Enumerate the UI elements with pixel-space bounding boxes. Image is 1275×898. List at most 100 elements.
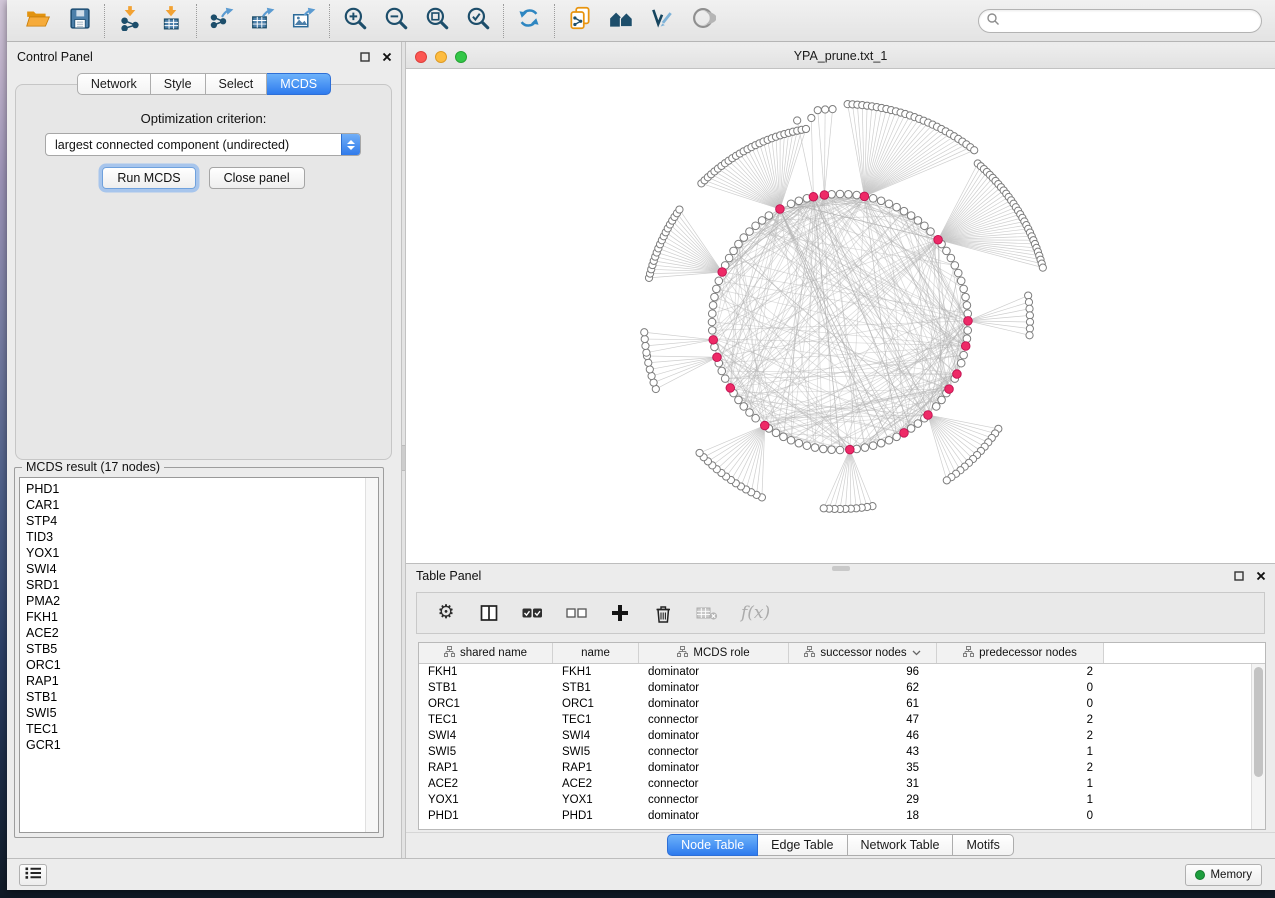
cell-predecessor-nodes[interactable]: 0 [937, 682, 1104, 694]
mcds-result-item[interactable]: GCR1 [20, 737, 378, 753]
cell-shared-name[interactable]: YOX1 [419, 794, 553, 806]
mcds-result-item[interactable]: TEC1 [20, 721, 378, 737]
cell-successor-nodes[interactable]: 43 [789, 746, 937, 758]
mcds-result-item[interactable]: SRD1 [20, 577, 378, 593]
cell-MCDS-role[interactable]: connector [639, 778, 789, 790]
table-row[interactable]: SWI4SWI4dominator462 [419, 728, 1265, 744]
column-header-name[interactable]: name [553, 643, 639, 663]
float-panel-icon[interactable] [1234, 571, 1244, 581]
table-row[interactable]: FKH1FKH1dominator962 [419, 664, 1265, 680]
cell-shared-name[interactable]: PHD1 [419, 810, 553, 822]
column-header-shared-name[interactable]: shared name [419, 643, 553, 663]
column-header-predecessor-nodes[interactable]: predecessor nodes [937, 643, 1104, 663]
cell-successor-nodes[interactable]: 29 [789, 794, 937, 806]
cell-name[interactable]: ACE2 [553, 778, 639, 790]
cell-shared-name[interactable]: ORC1 [419, 698, 553, 710]
run-mcds-button[interactable]: Run MCDS [102, 167, 195, 189]
mcds-result-item[interactable]: SWI4 [20, 561, 378, 577]
cell-MCDS-role[interactable]: connector [639, 746, 789, 758]
column-header-MCDS-role[interactable]: MCDS role [639, 643, 789, 663]
cell-successor-nodes[interactable]: 35 [789, 762, 937, 774]
select-all-icon[interactable] [522, 601, 543, 625]
cell-name[interactable]: YOX1 [553, 794, 639, 806]
mcds-result-item[interactable]: STB5 [20, 641, 378, 657]
tab-motifs[interactable]: Motifs [953, 834, 1013, 856]
network-canvas[interactable] [406, 69, 1275, 563]
settings-gear-icon[interactable]: ⚙ [436, 601, 456, 625]
cell-MCDS-role[interactable]: dominator [639, 810, 789, 822]
mcds-result-item[interactable]: FKH1 [20, 609, 378, 625]
table-row[interactable]: ACE2ACE2connector311 [419, 776, 1265, 792]
cell-MCDS-role[interactable]: dominator [639, 666, 789, 678]
mcds-result-item[interactable]: CAR1 [20, 497, 378, 513]
hide-panel-button[interactable] [648, 7, 676, 35]
cell-predecessor-nodes[interactable]: 2 [937, 730, 1104, 742]
network-manager-button[interactable] [607, 7, 635, 35]
cell-shared-name[interactable]: STB1 [419, 682, 553, 694]
zoom-fit-button[interactable] [423, 7, 451, 35]
cell-predecessor-nodes[interactable]: 2 [937, 762, 1104, 774]
mcds-result-item[interactable]: STP4 [20, 513, 378, 529]
show-panels-button[interactable] [19, 864, 47, 886]
close-panel-icon[interactable] [382, 52, 392, 62]
cell-name[interactable]: SWI4 [553, 730, 639, 742]
table-scrollbar[interactable] [1251, 664, 1265, 829]
minimize-window-icon[interactable] [435, 51, 447, 63]
add-column-icon[interactable] [610, 601, 630, 625]
table-row[interactable]: TEC1TEC1connector472 [419, 712, 1265, 728]
table-row[interactable]: RAP1RAP1dominator352 [419, 760, 1265, 776]
zoom-selected-button[interactable] [464, 7, 492, 35]
mcds-result-item[interactable]: PMA2 [20, 593, 378, 609]
cell-successor-nodes[interactable]: 61 [789, 698, 937, 710]
cell-shared-name[interactable]: ACE2 [419, 778, 553, 790]
close-panel-icon[interactable] [1256, 571, 1266, 581]
cell-shared-name[interactable]: TEC1 [419, 714, 553, 726]
mcds-result-item[interactable]: ORC1 [20, 657, 378, 673]
tab-network[interactable]: Network [77, 73, 151, 95]
import-table-button[interactable] [157, 7, 185, 35]
cell-name[interactable]: FKH1 [553, 666, 639, 678]
cell-MCDS-role[interactable]: dominator [639, 698, 789, 710]
tab-network-table[interactable]: Network Table [848, 834, 954, 856]
cell-name[interactable]: ORC1 [553, 698, 639, 710]
cell-name[interactable]: RAP1 [553, 762, 639, 774]
cell-MCDS-role[interactable]: dominator [639, 730, 789, 742]
cell-successor-nodes[interactable]: 18 [789, 810, 937, 822]
table-row[interactable]: YOX1YOX1connector291 [419, 792, 1265, 808]
splitter-grip-icon[interactable] [402, 445, 405, 471]
mcds-result-item[interactable]: YOX1 [20, 545, 378, 561]
import-network-button[interactable] [116, 7, 144, 35]
cell-predecessor-nodes[interactable]: 0 [937, 810, 1104, 822]
cell-predecessor-nodes[interactable]: 2 [937, 666, 1104, 678]
network-graph[interactable] [406, 69, 1275, 563]
cell-name[interactable]: TEC1 [553, 714, 639, 726]
cell-successor-nodes[interactable]: 46 [789, 730, 937, 742]
cell-predecessor-nodes[interactable]: 0 [937, 698, 1104, 710]
clone-network-button[interactable] [566, 7, 594, 35]
cell-shared-name[interactable]: SWI4 [419, 730, 553, 742]
open-session-button[interactable] [24, 7, 52, 35]
maximize-window-icon[interactable] [455, 51, 467, 63]
mcds-result-item[interactable]: TID3 [20, 529, 378, 545]
table-row[interactable]: STB1STB1dominator620 [419, 680, 1265, 696]
cell-predecessor-nodes[interactable]: 1 [937, 778, 1104, 790]
search-field[interactable] [978, 9, 1262, 33]
close-panel-button[interactable]: Close panel [209, 167, 305, 189]
mcds-result-item[interactable]: STB1 [20, 689, 378, 705]
zoom-in-button[interactable] [341, 7, 369, 35]
tab-edge-table[interactable]: Edge Table [758, 834, 847, 856]
cell-successor-nodes[interactable]: 31 [789, 778, 937, 790]
cell-name[interactable]: STB1 [553, 682, 639, 694]
tab-style[interactable]: Style [151, 73, 206, 95]
tab-mcds[interactable]: MCDS [267, 73, 331, 95]
mcds-result-item[interactable]: ACE2 [20, 625, 378, 641]
table-row[interactable]: PHD1PHD1dominator180 [419, 808, 1265, 824]
mcds-result-list[interactable]: PHD1CAR1STP4TID3YOX1SWI4SRD1PMA2FKH1ACE2… [19, 477, 379, 833]
table-row[interactable]: ORC1ORC1dominator610 [419, 696, 1265, 712]
search-input[interactable] [1000, 14, 1254, 28]
export-table-button[interactable] [249, 7, 277, 35]
table-row[interactable]: SWI5SWI5connector431 [419, 744, 1265, 760]
clear-selection-icon[interactable] [566, 601, 587, 625]
cell-MCDS-role[interactable]: dominator [639, 762, 789, 774]
scrollbar-thumb[interactable] [1254, 667, 1263, 777]
